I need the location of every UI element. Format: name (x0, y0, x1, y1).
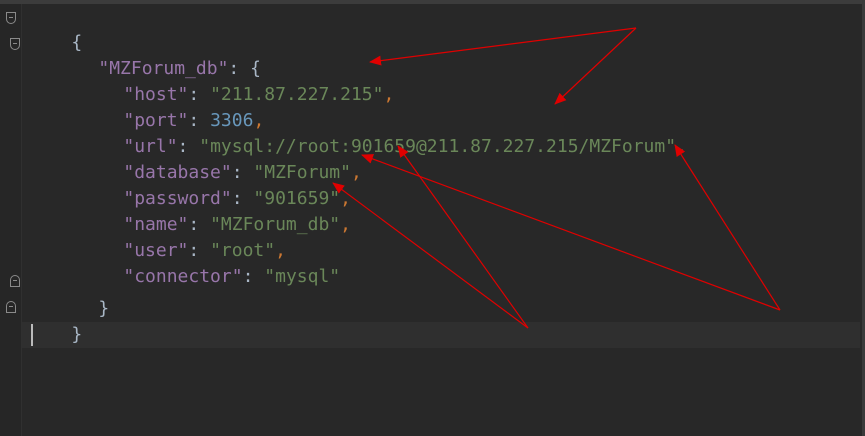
json-comma: , (340, 214, 351, 235)
code-line: "password": "901659", (80, 160, 351, 209)
json-comma: , (383, 84, 395, 105)
code-line: "url": "mysql://root:901659@211.87.227.2… (80, 108, 687, 157)
text-cursor (31, 324, 33, 346)
code-line: "user": "root", (80, 212, 286, 261)
code-editor-window: { "MZForum_db": { "host": "211.87.227.21… (0, 0, 865, 436)
code-line: } (28, 296, 82, 345)
json-comma: , (676, 136, 687, 157)
editor-gutter (0, 4, 22, 436)
brace-close: } (98, 298, 110, 319)
current-line-highlight (22, 322, 860, 348)
code-line: "MZForum_db": { (55, 30, 261, 79)
code-line: "connector": "mysql" (80, 238, 340, 287)
code-line: "database": "MZForum", (80, 134, 361, 183)
fold-open-icon[interactable] (10, 38, 20, 50)
fold-close-icon[interactable] (6, 301, 16, 313)
code-line: "port": 3306, (80, 82, 264, 131)
fold-open-icon[interactable] (6, 12, 16, 24)
fold-close-icon[interactable] (10, 275, 20, 287)
code-line: } (55, 270, 109, 319)
code-line: "host": "211.87.227.215", (80, 56, 394, 105)
json-comma: , (350, 162, 362, 183)
brace-close: } (71, 324, 83, 345)
json-key: "connector" (123, 266, 243, 287)
code-line: { (28, 4, 82, 53)
code-line: "name": "MZForum_db", (80, 186, 351, 235)
json-separator: : (242, 266, 265, 287)
json-string-value: "mysql" (264, 266, 341, 287)
